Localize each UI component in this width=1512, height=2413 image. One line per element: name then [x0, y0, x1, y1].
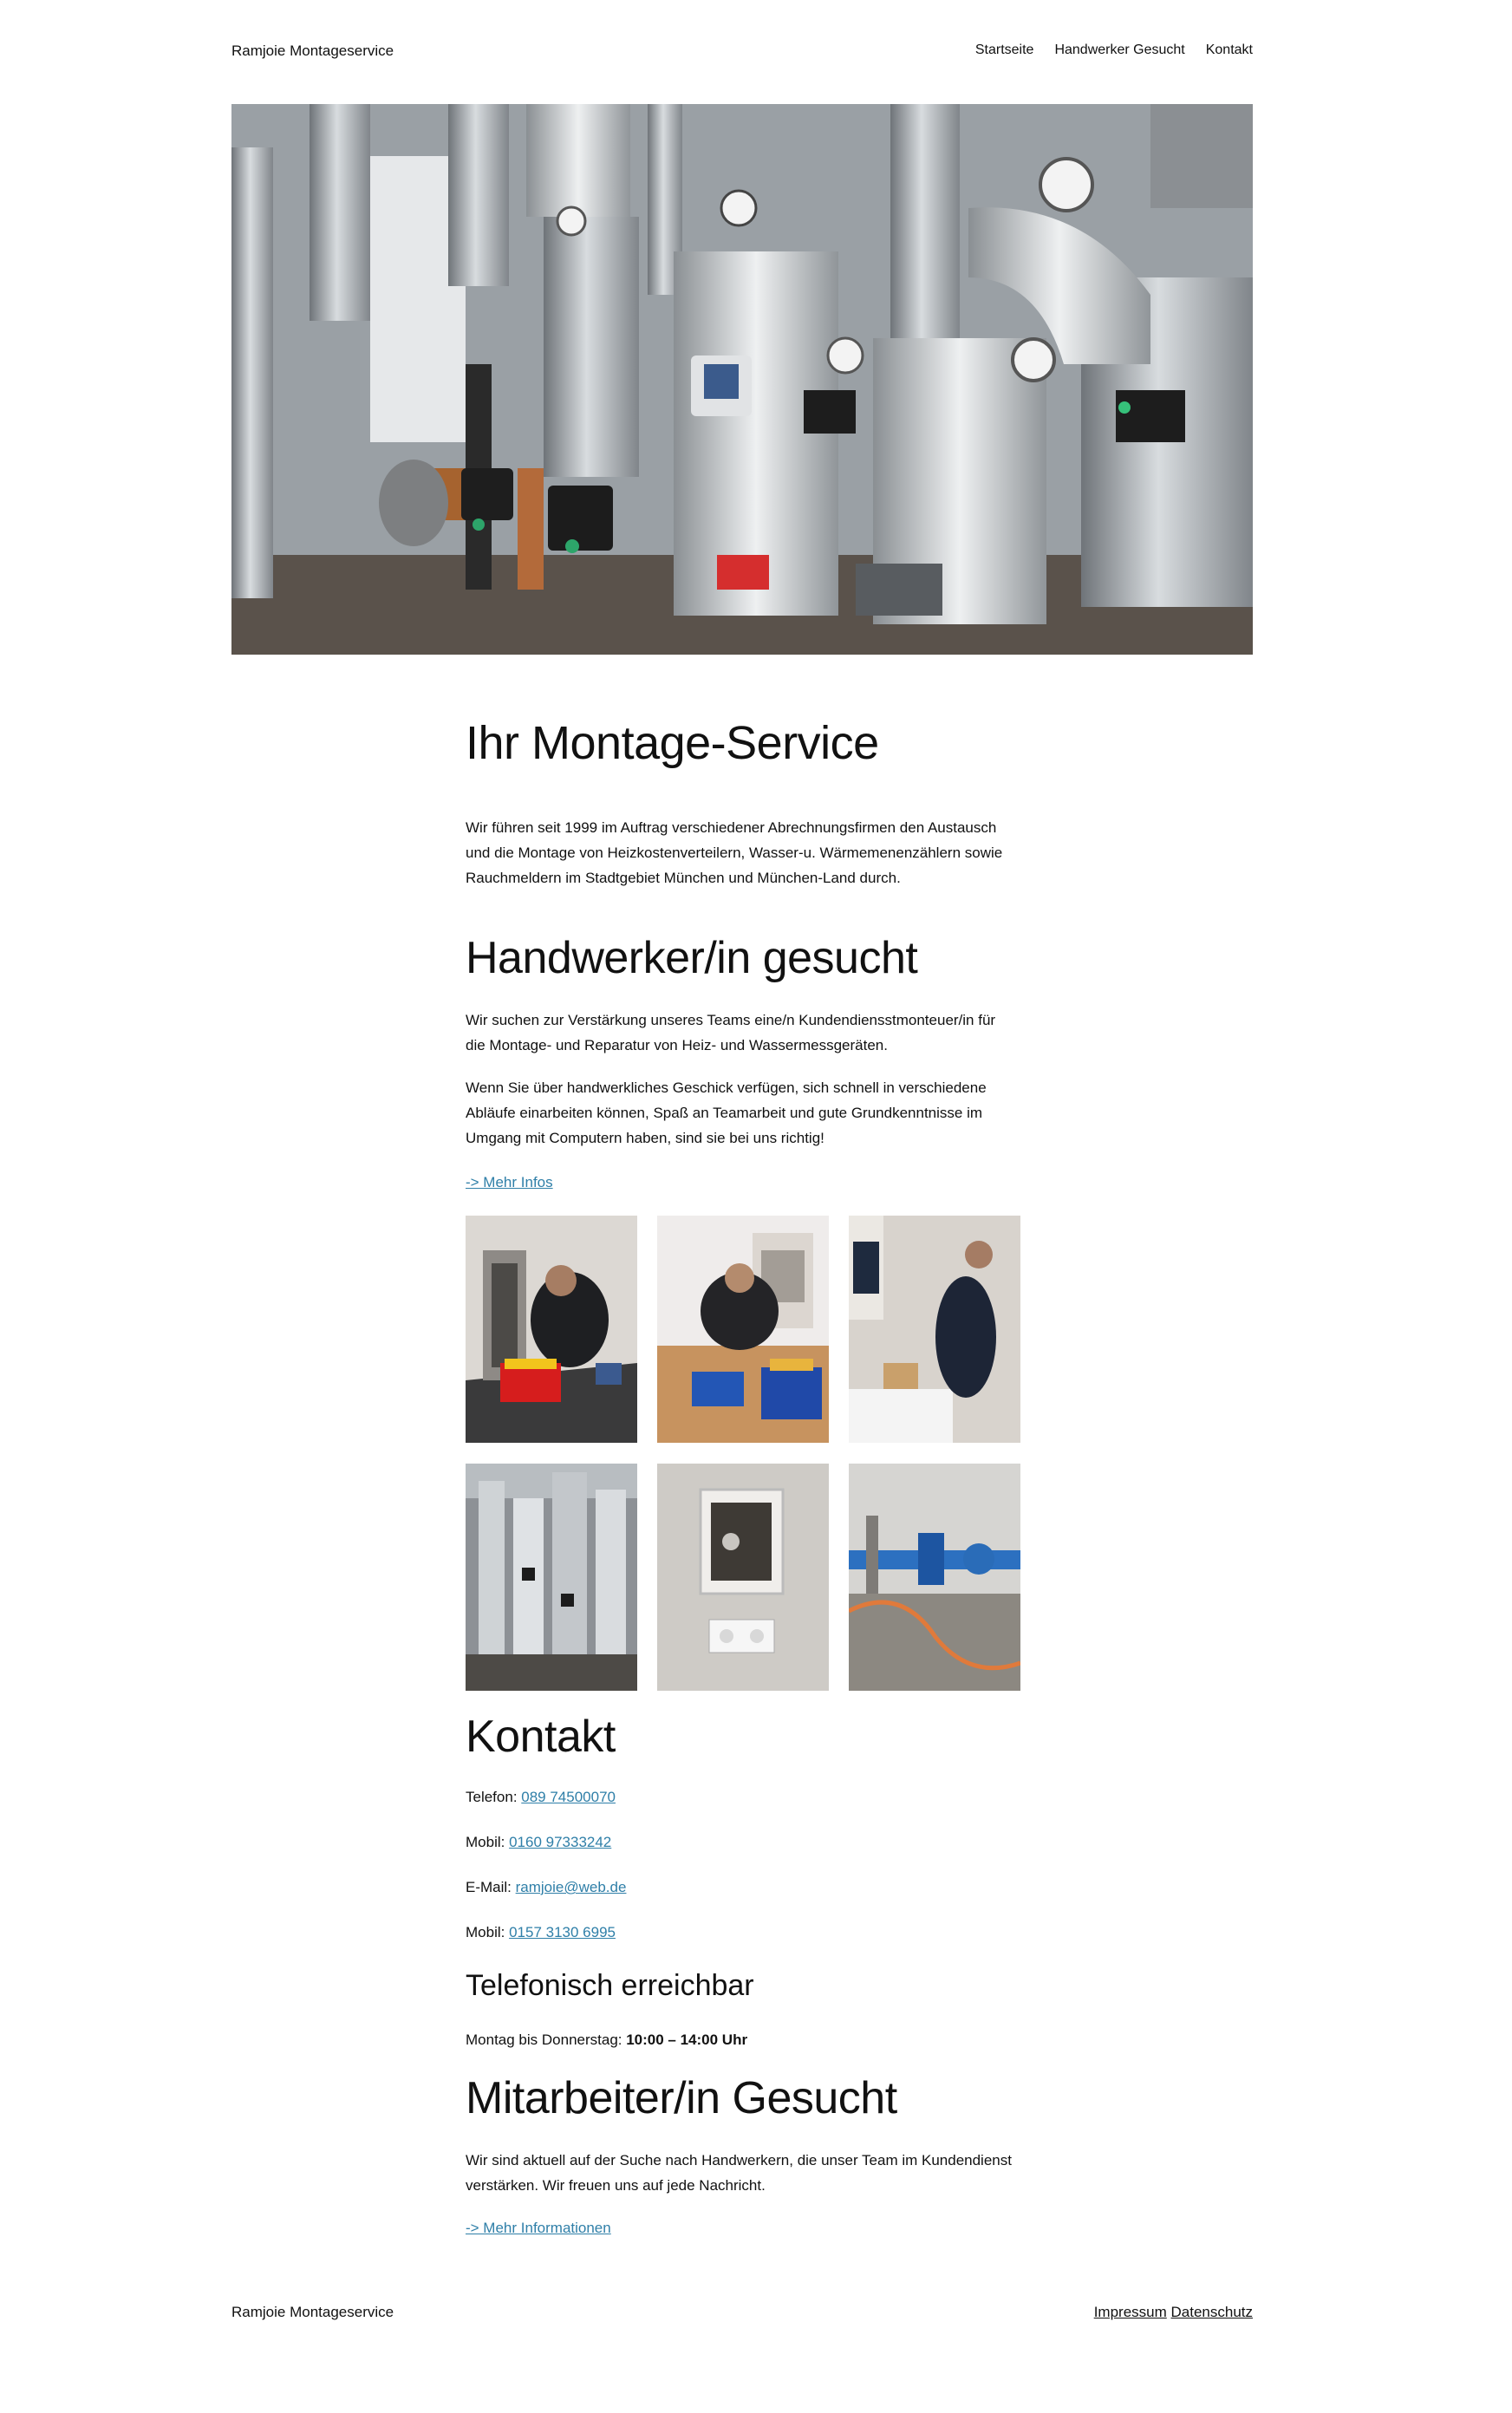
- pipe-installation-room-photo: [466, 1464, 637, 1691]
- nav-startseite[interactable]: Startseite: [975, 42, 1034, 58]
- contact-mobile-1: Mobil: 0160 97333242: [466, 1829, 1019, 1855]
- main-nav: Startseite Handwerker Gesucht Kontakt: [975, 42, 1253, 58]
- contact-phone-link[interactable]: 089 74500070: [521, 1789, 616, 1805]
- nav-kontakt[interactable]: Kontakt: [1206, 42, 1253, 58]
- hours-time: 10:00 – 14:00 Uhr: [626, 2031, 748, 2048]
- footer-impressum-link[interactable]: Impressum: [1094, 2304, 1167, 2320]
- contact-email-link[interactable]: ramjoie@web.de: [516, 1879, 627, 1895]
- gallery-photo-1[interactable]: [466, 1216, 637, 1443]
- contact-email: E-Mail: ramjoie@web.de: [466, 1875, 1019, 1900]
- contact-phone: Telefon: 089 74500070: [466, 1784, 1019, 1810]
- recruit-heading: Mitarbeiter/in Gesucht: [466, 2073, 897, 2123]
- intro-heading: Ihr Montage-Service: [466, 717, 879, 769]
- gallery-photo-6[interactable]: [849, 1464, 1020, 1691]
- contact-email-label: E-Mail:: [466, 1879, 516, 1895]
- recruit-text: Wir sind aktuell auf der Suche nach Hand…: [466, 2152, 1012, 2194]
- contact-mobile-2-label: Mobil:: [466, 1924, 510, 1940]
- hero-image: [231, 104, 1253, 655]
- mehr-informationen-link[interactable]: -> Mehr Informationen: [466, 2220, 611, 2236]
- nav-handwerker-gesucht[interactable]: Handwerker Gesucht: [1054, 42, 1184, 58]
- technician-with-toolboxes-photo: [657, 1216, 829, 1443]
- contact-mobile-1-label: Mobil:: [466, 1834, 510, 1850]
- hours-label: Montag bis Donnerstag:: [466, 2031, 627, 2048]
- contact-heading: Kontakt: [466, 1712, 616, 1762]
- gallery-photo-5[interactable]: [657, 1464, 829, 1691]
- jobs-heading: Handwerker/in gesucht: [466, 933, 918, 983]
- gallery-photo-4[interactable]: [466, 1464, 637, 1691]
- photo-gallery: [466, 1216, 1020, 1691]
- footer-datenschutz-link[interactable]: Datenschutz: [1171, 2304, 1254, 2320]
- site-header: Ramjoie Montageservice Startseite Handwe…: [231, 40, 1253, 66]
- footer-site-title[interactable]: Ramjoie Montageservice: [231, 2304, 394, 2321]
- gallery-photo-3[interactable]: [849, 1216, 1020, 1443]
- contact-mobile-2: Mobil: 0157 3130 6995: [466, 1920, 1019, 1945]
- hours-heading: Telefonisch erreichbar: [466, 1969, 754, 2002]
- blue-water-pipes-photo: [849, 1464, 1020, 1691]
- hero-illustration: [231, 104, 1253, 655]
- technician-in-bathroom-photo: [849, 1216, 1020, 1443]
- gallery-photo-2[interactable]: [657, 1216, 829, 1443]
- mehr-infos-link[interactable]: -> Mehr Infos: [466, 1174, 553, 1190]
- recruit-more-paragraph: -> Mehr Informationen: [466, 2215, 1019, 2240]
- meter-access-panel-photo: [657, 1464, 829, 1691]
- hours-text: Montag bis Donnerstag: 10:00 – 14:00 Uhr: [466, 2027, 1019, 2052]
- contact-phone-label: Telefon:: [466, 1789, 522, 1805]
- technician-at-floor-manifold-photo: [466, 1216, 637, 1443]
- footer-links: Impressum Datenschutz: [1094, 2304, 1253, 2321]
- jobs-text-1: Wir suchen zur Verstärkung unseres Teams…: [466, 1012, 996, 1053]
- contact-mobile-2-link[interactable]: 0157 3130 6995: [509, 1924, 616, 1940]
- jobs-text-2: Wenn Sie über handwerkliches Geschick ve…: [466, 1079, 987, 1146]
- jobs-more-paragraph: -> Mehr Infos: [466, 1170, 1019, 1195]
- intro-text: Wir führen seit 1999 im Auftrag verschie…: [466, 819, 1003, 886]
- site-title[interactable]: Ramjoie Montageservice: [231, 42, 394, 60]
- contact-mobile-1-link[interactable]: 0160 97333242: [509, 1834, 611, 1850]
